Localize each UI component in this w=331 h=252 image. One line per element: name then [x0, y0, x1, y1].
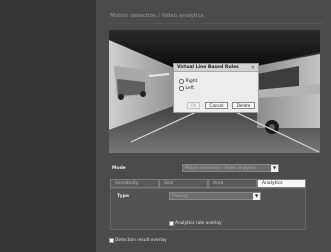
settings-tabs: Sensitivity Size Area Analytics — [110, 179, 306, 188]
direction-option-right[interactable]: Right — [179, 79, 197, 84]
analytics-rule-overlay-option[interactable]: Analytics rule overlay — [169, 221, 222, 226]
title-divider — [108, 23, 323, 24]
radio-button[interactable] — [179, 86, 184, 91]
tab-analytics[interactable]: Analytics — [257, 179, 306, 188]
delete-button[interactable]: Delete — [232, 102, 255, 109]
dialog-title: Virtual Line Based Rules — [174, 64, 258, 72]
type-select-value: Passing — [172, 193, 188, 198]
type-select[interactable]: Passing ▼ — [169, 192, 261, 200]
type-label: Type — [117, 194, 129, 199]
detection-result-overlay-checkbox[interactable] — [109, 238, 114, 243]
analytics-rule-overlay-label: Analytics rule overlay — [175, 221, 222, 226]
tab-area[interactable]: Area — [208, 179, 257, 188]
cancel-button[interactable]: Cancel — [205, 102, 228, 109]
radio-button[interactable] — [179, 79, 184, 84]
mode-select-value: Motion detection / Video analytics — [185, 165, 257, 170]
tab-size[interactable]: Size — [159, 179, 208, 188]
tab-sensitivity[interactable]: Sensitivity — [110, 179, 159, 188]
detection-result-overlay-label: Detection result overlay — [115, 238, 167, 243]
mode-label: Mode — [112, 166, 126, 171]
detection-result-overlay-option[interactable]: Detection result overlay — [109, 238, 167, 243]
chevron-down-icon[interactable]: ▼ — [271, 165, 278, 172]
close-icon[interactable]: × — [251, 65, 255, 71]
direction-label-left: Left — [185, 86, 194, 91]
ok-button[interactable]: OK — [187, 102, 200, 109]
mode-select[interactable]: Motion detection / Video analytics ▼ — [182, 164, 279, 172]
page-root: Motion detection / Video analytics Virtu… — [0, 0, 331, 252]
sidebar — [0, 0, 96, 252]
analytics-rule-overlay-checkbox[interactable] — [169, 221, 174, 226]
page-title: Motion detection / Video analytics — [110, 13, 204, 19]
direction-option-left[interactable]: Left — [179, 86, 194, 91]
virtual-line-rules-dialog: Virtual Line Based Rules × Right Left OK… — [173, 63, 259, 113]
direction-label-right: Right — [185, 79, 198, 84]
chevron-down-icon[interactable]: ▼ — [253, 193, 260, 200]
